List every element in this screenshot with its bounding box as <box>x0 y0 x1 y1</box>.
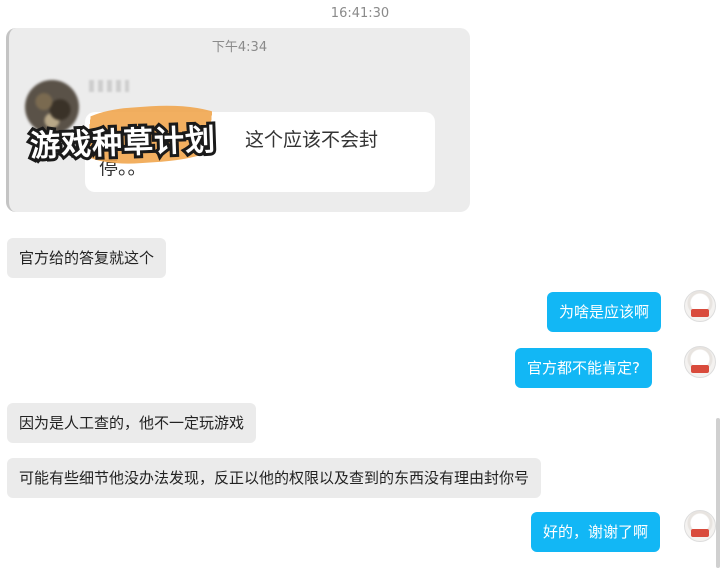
quoted-timestamp: 下午4:34 <box>211 40 268 55</box>
self-avatar[interactable] <box>684 346 716 378</box>
message-bubble-left: 可能有些细节他没办法发现，反正以他的权限以及查到的东西没有理由封你号 <box>7 458 542 498</box>
timestamp: 16:41:30 <box>330 6 390 21</box>
message-bubble-right: 好的，谢谢了啊 <box>531 512 661 552</box>
blurred-name <box>89 80 129 92</box>
message-bubble-left: 官方给的答复就这个 <box>7 238 167 278</box>
self-avatar[interactable] <box>684 290 716 322</box>
message-bubble-left: 因为是人工查的，他不一定玩游戏 <box>7 403 257 443</box>
message-bubble-right: 官方都不能肯定? <box>515 348 652 388</box>
scrollbar[interactable] <box>716 418 720 568</box>
self-avatar[interactable] <box>684 510 716 542</box>
message-bubble-right: 为啥是应该啊 <box>547 292 662 332</box>
watermark-sticker: 游戏种草计划 <box>27 120 220 167</box>
